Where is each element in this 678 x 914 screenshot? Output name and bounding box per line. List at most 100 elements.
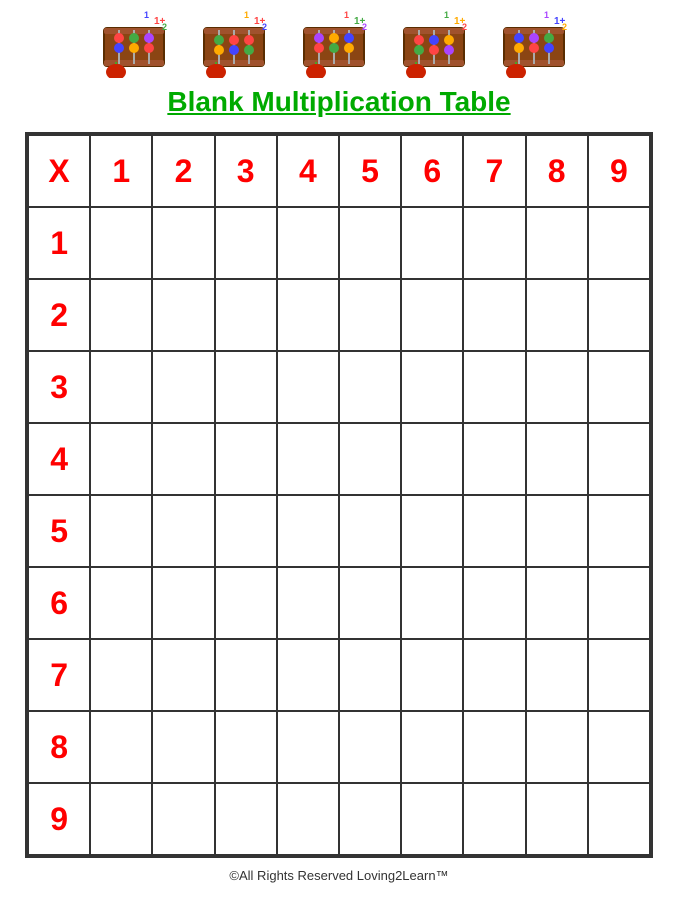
cell-3-4[interactable] xyxy=(277,351,339,423)
header-cell-9: 9 xyxy=(588,135,650,207)
table-row: 9 xyxy=(28,783,650,855)
cell-1-7[interactable] xyxy=(463,207,525,279)
cell-4-6[interactable] xyxy=(401,423,463,495)
cell-8-1[interactable] xyxy=(90,711,152,783)
cell-1-2[interactable] xyxy=(152,207,214,279)
cell-5-8[interactable] xyxy=(526,495,588,567)
cell-5-9[interactable] xyxy=(588,495,650,567)
abacus-icon: 1+ 1 2 xyxy=(494,10,584,78)
cell-9-9[interactable] xyxy=(588,783,650,855)
row-header-3: 3 xyxy=(28,351,90,423)
cell-6-8[interactable] xyxy=(526,567,588,639)
table-row: 8 xyxy=(28,711,650,783)
table-row: 7 xyxy=(28,639,650,711)
cell-5-4[interactable] xyxy=(277,495,339,567)
cell-4-8[interactable] xyxy=(526,423,588,495)
cell-7-2[interactable] xyxy=(152,639,214,711)
cell-2-4[interactable] xyxy=(277,279,339,351)
cell-5-3[interactable] xyxy=(215,495,277,567)
cell-5-6[interactable] xyxy=(401,495,463,567)
cell-7-6[interactable] xyxy=(401,639,463,711)
cell-6-7[interactable] xyxy=(463,567,525,639)
cell-7-8[interactable] xyxy=(526,639,588,711)
copyright-text: ©All Rights Reserved Loving2Learn™ xyxy=(229,868,448,883)
cell-1-8[interactable] xyxy=(526,207,588,279)
cell-4-5[interactable] xyxy=(339,423,401,495)
header-cell-5: 5 xyxy=(339,135,401,207)
cell-4-7[interactable] xyxy=(463,423,525,495)
header-cell-1: 1 xyxy=(90,135,152,207)
cell-9-6[interactable] xyxy=(401,783,463,855)
svg-text:2: 2 xyxy=(162,22,167,32)
svg-text:1: 1 xyxy=(544,10,549,20)
cell-8-3[interactable] xyxy=(215,711,277,783)
cell-3-9[interactable] xyxy=(588,351,650,423)
cell-6-5[interactable] xyxy=(339,567,401,639)
cell-4-2[interactable] xyxy=(152,423,214,495)
cell-9-5[interactable] xyxy=(339,783,401,855)
cell-1-5[interactable] xyxy=(339,207,401,279)
cell-2-2[interactable] xyxy=(152,279,214,351)
cell-8-6[interactable] xyxy=(401,711,463,783)
cell-3-8[interactable] xyxy=(526,351,588,423)
cell-9-7[interactable] xyxy=(463,783,525,855)
cell-9-1[interactable] xyxy=(90,783,152,855)
cell-8-5[interactable] xyxy=(339,711,401,783)
cell-1-1[interactable] xyxy=(90,207,152,279)
cell-5-5[interactable] xyxy=(339,495,401,567)
cell-3-2[interactable] xyxy=(152,351,214,423)
cell-3-7[interactable] xyxy=(463,351,525,423)
svg-text:1: 1 xyxy=(344,10,349,20)
cell-5-7[interactable] xyxy=(463,495,525,567)
svg-text:1: 1 xyxy=(144,10,149,20)
cell-6-2[interactable] xyxy=(152,567,214,639)
cell-5-2[interactable] xyxy=(152,495,214,567)
cell-1-4[interactable] xyxy=(277,207,339,279)
table-header-row: X 1 2 3 4 5 6 7 8 9 xyxy=(28,135,650,207)
cell-6-4[interactable] xyxy=(277,567,339,639)
cell-2-9[interactable] xyxy=(588,279,650,351)
cell-4-3[interactable] xyxy=(215,423,277,495)
cell-9-3[interactable] xyxy=(215,783,277,855)
cell-3-5[interactable] xyxy=(339,351,401,423)
cell-8-7[interactable] xyxy=(463,711,525,783)
cell-2-1[interactable] xyxy=(90,279,152,351)
cell-7-4[interactable] xyxy=(277,639,339,711)
cell-6-3[interactable] xyxy=(215,567,277,639)
cell-7-5[interactable] xyxy=(339,639,401,711)
footer: ©All Rights Reserved Loving2Learn™ xyxy=(229,868,448,883)
cell-7-3[interactable] xyxy=(215,639,277,711)
cell-3-3[interactable] xyxy=(215,351,277,423)
cell-1-3[interactable] xyxy=(215,207,277,279)
cell-2-5[interactable] xyxy=(339,279,401,351)
cell-8-9[interactable] xyxy=(588,711,650,783)
cell-6-1[interactable] xyxy=(90,567,152,639)
cell-1-6[interactable] xyxy=(401,207,463,279)
page-title-container: Blank Multiplication Table xyxy=(167,86,510,118)
cell-8-8[interactable] xyxy=(526,711,588,783)
cell-9-8[interactable] xyxy=(526,783,588,855)
cell-2-7[interactable] xyxy=(463,279,525,351)
cell-7-9[interactable] xyxy=(588,639,650,711)
cell-3-6[interactable] xyxy=(401,351,463,423)
row-header-6: 6 xyxy=(28,567,90,639)
cell-2-6[interactable] xyxy=(401,279,463,351)
cell-3-1[interactable] xyxy=(90,351,152,423)
cell-6-6[interactable] xyxy=(401,567,463,639)
cell-4-9[interactable] xyxy=(588,423,650,495)
cell-7-7[interactable] xyxy=(463,639,525,711)
cell-8-4[interactable] xyxy=(277,711,339,783)
header-cell-6: 6 xyxy=(401,135,463,207)
cell-2-3[interactable] xyxy=(215,279,277,351)
cell-8-2[interactable] xyxy=(152,711,214,783)
cell-5-1[interactable] xyxy=(90,495,152,567)
cell-4-4[interactable] xyxy=(277,423,339,495)
cell-9-4[interactable] xyxy=(277,783,339,855)
cell-1-9[interactable] xyxy=(588,207,650,279)
cell-9-2[interactable] xyxy=(152,783,214,855)
abacus-icon: 1+ 1 2 xyxy=(294,10,384,78)
cell-7-1[interactable] xyxy=(90,639,152,711)
cell-2-8[interactable] xyxy=(526,279,588,351)
cell-6-9[interactable] xyxy=(588,567,650,639)
cell-4-1[interactable] xyxy=(90,423,152,495)
